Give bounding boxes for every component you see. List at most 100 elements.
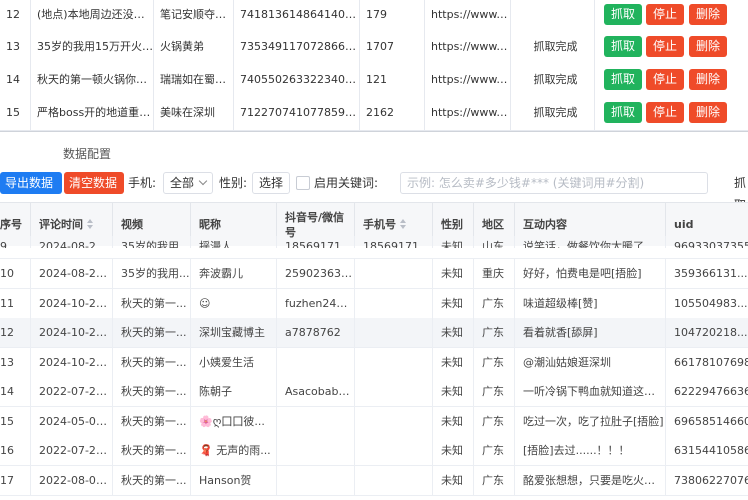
cell-region: 山东 — [474, 236, 515, 248]
table-row[interactable]: 16 2022-07-23 ... 秋天的第一... 🧣 无声的雨... 未知 广东 [捂脸… — [0, 436, 748, 466]
cell-douyin — [277, 465, 355, 495]
task-row: 14 秋天的第一顿火锅你们... 瑞瑞如在蜀火... 7405502633223408… — [0, 64, 748, 98]
task-cell-id: 15 — [0, 97, 31, 130]
fetch-button[interactable]: 抓取 — [604, 102, 643, 123]
cell-phone — [355, 406, 433, 436]
keyword-input[interactable]: 示例: 怎么卖#多少钱#*** (关键词用#分割) — [400, 172, 708, 194]
cell-idx: 16 — [0, 436, 31, 465]
phone-filter-value: 全部 — [170, 176, 195, 190]
task-cell-title: 秋天的第一顿火锅你们... — [31, 64, 154, 97]
cell-gender: 未知 — [433, 465, 474, 495]
task-cell-url[interactable]: https://www.ies... — [425, 64, 511, 97]
cell-region: 广东 — [474, 347, 515, 377]
sort-icon[interactable] — [400, 219, 407, 229]
gender-filter-label: 性别: — [219, 176, 248, 190]
cell-region: 广东 — [474, 288, 515, 318]
sort-icon[interactable] — [87, 219, 94, 229]
cell-phone — [355, 318, 433, 347]
task-cell-id: 14 — [0, 64, 31, 97]
chevron-down-icon — [198, 176, 208, 186]
stop-button[interactable]: 停止 — [646, 69, 685, 90]
keyword-input-placeholder: 示例: 怎么卖#多少钱#*** (关键词用#分割) — [407, 176, 645, 190]
cell-gender: 未知 — [433, 288, 474, 318]
task-cell-url[interactable]: https://www.ies... — [425, 31, 511, 64]
header-comment-time-label: 评论时间 — [39, 218, 83, 231]
task-cell-author: 美味在深圳 — [154, 97, 234, 130]
cell-idx: 17 — [0, 465, 31, 495]
cell-gender: 未知 — [433, 347, 474, 377]
table-row[interactable]: 15 2024-05-02 ... 秋天的第一... 🌸ღ囗囗彼... 未知 广东 吃过一次… — [0, 406, 748, 437]
cell-nickname: 揺漫人 — [191, 236, 277, 248]
delete-button[interactable]: 删除 — [689, 4, 728, 25]
table-row[interactable]: 9 2024-08-22 ... 35岁的我用... 揺漫人 18569171717 18… — [0, 236, 748, 259]
cell-time: 2022-08-08 ... — [31, 465, 113, 495]
keyword-enable-label: 启用关键词: — [314, 176, 379, 190]
task-cell-status: 抓取完成 — [511, 64, 595, 97]
cell-idx: 9 — [0, 236, 31, 248]
stop-button[interactable]: 停止 — [646, 102, 685, 123]
clear-data-button[interactable]: 清空数据 — [64, 172, 124, 194]
table-row[interactable]: 12 2024-10-29 ... 秋天的第一... 深圳宝藏博主 a7878762 未知… — [0, 318, 748, 348]
cell-nickname: 深圳宝藏博主 — [191, 318, 277, 347]
table-row[interactable]: 14 2022-07-23 ... 秋天的第一... 陈朝子 Asacobabyc...… — [0, 377, 748, 407]
task-cell-status: 抓取完成 — [511, 31, 595, 64]
cell-douyin: a7878762 — [277, 318, 355, 347]
table-row[interactable]: 17 2022-08-08 ... 秋天的第一... Hanson贺 未知 广东 酩爱张想想… — [0, 465, 748, 496]
task-cell-video-id: 7405502633223408932 — [234, 64, 360, 97]
task-cell-id: 12 — [0, 0, 31, 32]
cell-phone — [355, 288, 433, 318]
delete-button[interactable]: 删除 — [689, 36, 728, 57]
task-cell-url[interactable]: https://www.ies... — [425, 0, 511, 32]
cell-content: 吃过一次，吃了拉肚子[捂脸] — [515, 406, 666, 436]
cell-phone: 18569171717 — [355, 236, 433, 248]
task-cell-url[interactable]: https://www.ies... — [425, 97, 511, 130]
cell-uid: 96933037355 — [674, 240, 748, 248]
cell-douyin — [277, 436, 355, 465]
table-row[interactable]: 13 2024-10-28 ... 秋天的第一... 小姨爱生活 未知 广东 @潮汕姑娘逛深… — [0, 347, 748, 378]
keyword-enable-checkbox[interactable] — [296, 176, 310, 190]
stop-button[interactable]: 停止 — [646, 4, 685, 25]
cell-video: 秋天的第一... — [113, 436, 191, 465]
cell-uid: 359366131... — [674, 267, 748, 280]
cell-time: 2024-10-29 ... — [31, 318, 113, 347]
cell-content: 好好，怕费电是吧[捂脸] — [515, 259, 666, 288]
cell-gender: 未知 — [433, 236, 474, 248]
cell-phone — [355, 436, 433, 465]
cell-uid: 69658514660 — [674, 414, 748, 428]
stop-button[interactable]: 停止 — [646, 36, 685, 57]
task-row: 13 35岁的我用15万开火锅... 火锅黄弟 7353491170728660287… — [0, 31, 748, 65]
fetch-button[interactable]: 抓取 — [604, 4, 643, 25]
cell-idx: 10 — [0, 259, 31, 288]
task-cell-count: 179 — [360, 0, 425, 32]
export-data-button[interactable]: 导出数据 — [0, 172, 62, 194]
task-cell-count: 121 — [360, 64, 425, 97]
task-cell-author: 笔记安顺夺夺... — [154, 0, 234, 32]
cell-region: 广东 — [474, 436, 515, 465]
cell-phone — [355, 347, 433, 377]
fetch-button[interactable]: 抓取 — [604, 69, 643, 90]
task-table: 12 (地点)本地周边还没有... 笔记安顺夺夺... 741813614864140… — [0, 0, 748, 131]
cell-nickname: 🧣 无声的雨... — [191, 436, 277, 465]
panel-divider — [0, 131, 748, 132]
cell-time: 2024-08-22 ... — [31, 236, 113, 248]
table-row[interactable]: 10 2024-08-22 ... 35岁的我用... 奔波霸儿 25902363417… — [0, 259, 748, 289]
cell-douyin: 25902363417 — [277, 259, 355, 288]
cell-content: 一听冷锅下鸭血就知道这家... — [515, 377, 666, 406]
cell-uid: 62229476636 — [674, 385, 748, 398]
gender-filter-select[interactable]: 选择 — [252, 172, 290, 194]
cell-video: 秋天的第一... — [113, 377, 191, 406]
cell-douyin: 18569171717 — [277, 236, 355, 248]
cell-phone — [355, 377, 433, 406]
task-cell-title: 35岁的我用15万开火锅... — [31, 31, 154, 64]
cell-content: [捂脸]去过......！！！ — [515, 436, 666, 465]
cell-content: 看着就香[舔屏] — [515, 318, 666, 347]
fetch-button[interactable]: 抓取 — [604, 36, 643, 57]
task-cell-video-id: 7353491170728660287 — [234, 31, 360, 64]
delete-button[interactable]: 删除 — [689, 102, 728, 123]
phone-filter-select[interactable]: 全部 — [163, 172, 213, 194]
table-row[interactable]: 11 2024-10-28 ... 秋天的第一... ☺ fuzhen24760 未知 广东… — [0, 288, 748, 319]
cell-video: 秋天的第一... — [113, 318, 191, 347]
delete-button[interactable]: 删除 — [689, 69, 728, 90]
cell-nickname: 🌸ღ囗囗彼... — [191, 406, 277, 436]
cell-content: 说笑话，做餐饮你太暖了 — [515, 236, 666, 248]
